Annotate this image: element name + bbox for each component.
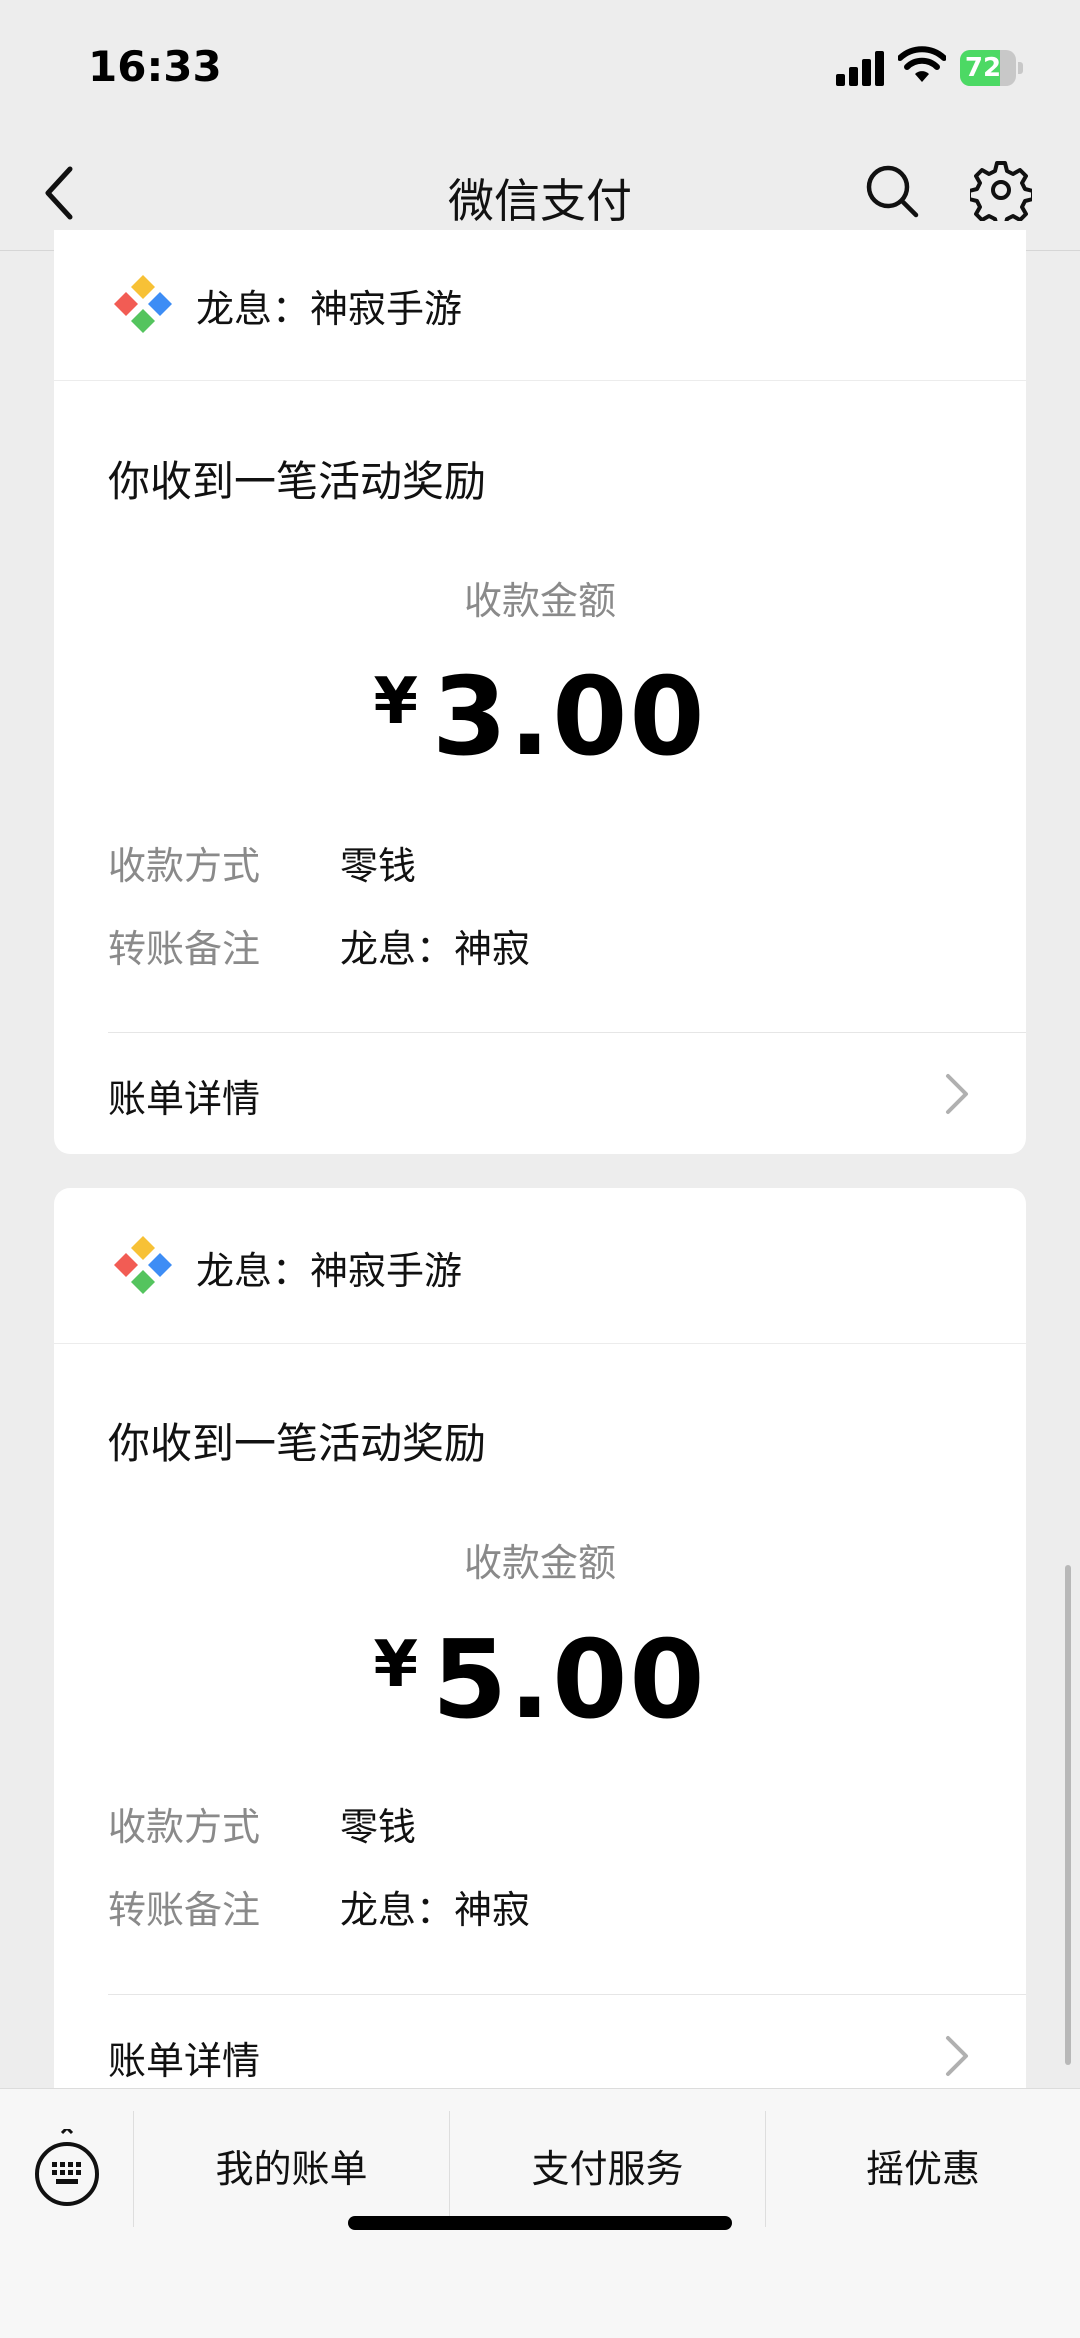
card-title: 你收到一笔活动奖励 bbox=[108, 1419, 487, 1468]
status-bar: 16:33 72 bbox=[0, 0, 1080, 135]
amount-value: 3.00 bbox=[432, 655, 707, 780]
payment-card: 龙息：神寂手游 你收到一笔活动奖励 收款金额 ¥5.00 收款方式 零钱 转账备… bbox=[54, 1188, 1026, 2088]
divider bbox=[108, 1032, 1026, 1033]
card-title: 你收到一笔活动奖励 bbox=[108, 457, 487, 506]
wifi-icon bbox=[898, 46, 946, 82]
search-icon[interactable] bbox=[862, 161, 922, 221]
note-value: 龙息：神寂 bbox=[340, 1888, 531, 1932]
app-logo-icon bbox=[114, 1236, 172, 1294]
app-name: 龙息：神寂手游 bbox=[196, 287, 463, 331]
bill-details-link[interactable]: 账单详情 bbox=[108, 2030, 260, 2085]
amount: ¥3.00 bbox=[54, 655, 1026, 780]
chevron-right-icon[interactable] bbox=[944, 1072, 970, 1116]
amount-label: 收款金额 bbox=[463, 579, 616, 623]
status-time: 16:33 bbox=[88, 42, 222, 91]
keyboard-icon[interactable] bbox=[30, 2129, 104, 2209]
method-value: 零钱 bbox=[340, 1805, 417, 1849]
note-label: 转账备注 bbox=[108, 1888, 261, 1932]
amount-value: 5.00 bbox=[432, 1618, 707, 1743]
home-indicator[interactable] bbox=[348, 2216, 732, 2230]
amount-label: 收款金额 bbox=[463, 1541, 616, 1585]
currency-symbol: ¥ bbox=[373, 1628, 419, 1702]
app-name: 龙息：神寂手游 bbox=[196, 1249, 463, 1293]
divider bbox=[108, 1994, 1026, 1995]
bill-details-link[interactable]: 账单详情 bbox=[108, 1068, 260, 1123]
method-label: 收款方式 bbox=[108, 844, 261, 888]
bottom-menu-bar: 我的账单 支付服务 摇优惠 bbox=[0, 2088, 1080, 2338]
payment-services-button[interactable]: 支付服务 bbox=[450, 2111, 765, 2227]
gear-icon[interactable] bbox=[970, 159, 1032, 221]
amount: ¥5.00 bbox=[54, 1618, 1026, 1743]
card-header: 龙息：神寂手游 bbox=[54, 230, 1026, 381]
note-value: 龙息：神寂 bbox=[340, 927, 531, 971]
cellular-signal-icon bbox=[836, 50, 886, 86]
method-value: 零钱 bbox=[340, 844, 417, 888]
currency-symbol: ¥ bbox=[373, 665, 419, 739]
card-header: 龙息：神寂手游 bbox=[54, 1188, 1026, 1344]
method-label: 收款方式 bbox=[108, 1805, 261, 1849]
battery-icon: 72 bbox=[960, 50, 1024, 86]
app-logo-icon bbox=[114, 275, 172, 333]
battery-percent: 72 bbox=[964, 53, 1002, 83]
scrollbar[interactable] bbox=[1065, 1565, 1071, 2065]
note-label: 转账备注 bbox=[108, 927, 261, 971]
shake-deals-button[interactable]: 摇优惠 bbox=[766, 2111, 1080, 2227]
chevron-right-icon[interactable] bbox=[944, 2034, 970, 2078]
my-bills-button[interactable]: 我的账单 bbox=[134, 2111, 449, 2227]
payment-card: 龙息：神寂手游 你收到一笔活动奖励 收款金额 ¥3.00 收款方式 零钱 转账备… bbox=[54, 230, 1026, 1154]
